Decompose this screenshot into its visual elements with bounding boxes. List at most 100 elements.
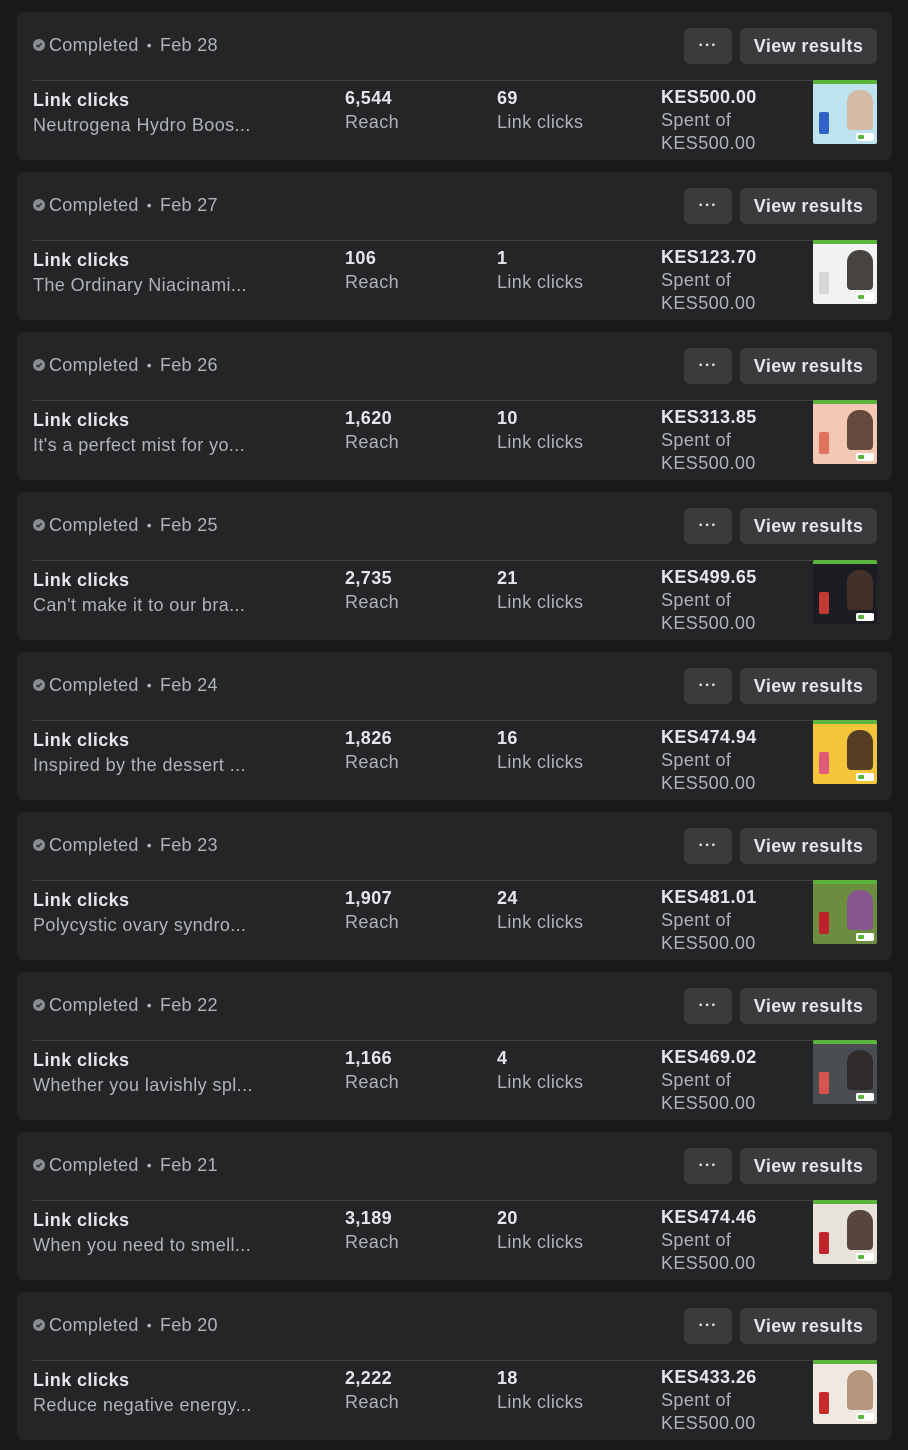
budget-amount: KES500.00 (661, 453, 756, 473)
link-clicks-column: 16 Link clicks (497, 726, 583, 774)
link-clicks-column: 1 Link clicks (497, 246, 583, 294)
more-options-button[interactable]: ··· (684, 668, 732, 704)
status-text: Completed (49, 514, 139, 535)
campaign-card: Completed • Feb 22 ··· View results Link… (17, 972, 892, 1120)
reach-column: 1,826 Reach (345, 726, 399, 774)
ad-thumbnail-image[interactable] (813, 400, 877, 464)
reach-label: Reach (345, 912, 400, 932)
more-options-button[interactable]: ··· (684, 1148, 732, 1184)
separator-dot: • (146, 677, 152, 693)
objective-column: Link clicks Reduce negative energy... (33, 1368, 303, 1417)
more-options-button[interactable]: ··· (684, 28, 732, 64)
thumbnail-model-figure (847, 570, 873, 610)
ad-thumbnail-image[interactable] (813, 1200, 877, 1264)
amount-spent: KES481.01 (661, 887, 757, 907)
completed-check-icon (33, 199, 45, 211)
spent-column: KES500.00 Spent of KES500.00 (661, 86, 757, 155)
view-results-button[interactable]: View results (740, 28, 877, 64)
campaign-date: Feb 28 (159, 34, 218, 55)
more-options-button[interactable]: ··· (684, 348, 732, 384)
ad-thumbnail-image[interactable] (813, 240, 877, 304)
ad-thumbnail-image[interactable] (813, 560, 877, 624)
thumbnail-model-figure (847, 410, 873, 450)
ad-thumbnail-image[interactable] (813, 1040, 877, 1104)
ad-thumbnail-image[interactable] (813, 80, 877, 144)
view-results-button[interactable]: View results (740, 1148, 877, 1184)
spent-of-label: Spent of (661, 590, 732, 610)
amount-spent: KES469.02 (661, 1047, 757, 1067)
thumbnail-model-figure (847, 90, 873, 130)
amount-spent: KES499.65 (661, 567, 757, 587)
more-options-button[interactable]: ··· (684, 1308, 732, 1344)
thumbnail-model-figure (847, 250, 873, 290)
link-clicks-value: 1 (497, 248, 508, 268)
thumbnail-product (819, 272, 829, 294)
more-options-icon: ··· (698, 677, 718, 694)
reach-value: 3,189 (345, 1208, 393, 1228)
link-clicks-column: 10 Link clicks (497, 406, 583, 454)
link-clicks-label: Link clicks (497, 272, 584, 292)
budget-amount: KES500.00 (661, 933, 756, 953)
ad-thumbnail-image[interactable] (813, 720, 877, 784)
completed-check-icon (33, 359, 45, 371)
reach-label: Reach (345, 1392, 400, 1412)
view-results-button[interactable]: View results (740, 668, 877, 704)
spent-column: KES433.26 Spent of KES500.00 (661, 1366, 757, 1435)
reach-label: Reach (345, 752, 400, 772)
budget-amount: KES500.00 (661, 1413, 756, 1433)
more-options-button[interactable]: ··· (684, 988, 732, 1024)
view-results-button[interactable]: View results (740, 188, 877, 224)
status-row: Completed • Feb 22 (33, 994, 218, 1016)
budget-amount: KES500.00 (661, 293, 756, 313)
amount-spent: KES474.46 (661, 1207, 757, 1227)
link-clicks-value: 10 (497, 408, 518, 428)
thumbnail-logo (856, 453, 874, 461)
campaign-card-header: Completed • Feb 21 ··· View results (33, 1132, 877, 1201)
reach-label: Reach (345, 1072, 400, 1092)
campaign-card: Completed • Feb 24 ··· View results Link… (17, 652, 892, 800)
more-options-button[interactable]: ··· (684, 188, 732, 224)
campaign-date: Feb 24 (159, 674, 218, 695)
link-clicks-column: 21 Link clicks (497, 566, 583, 614)
campaign-date: Feb 26 (159, 354, 218, 375)
ad-thumbnail-image[interactable] (813, 1360, 877, 1424)
reach-column: 3,189 Reach (345, 1206, 399, 1254)
amount-spent: KES123.70 (661, 247, 757, 267)
thumbnail-product (819, 1392, 829, 1414)
thumbnail-model-figure (847, 1210, 873, 1250)
ad-thumbnail-image[interactable] (813, 880, 877, 944)
campaign-card: Completed • Feb 25 ··· View results Link… (17, 492, 892, 640)
thumbnail-brand-bar (813, 1200, 877, 1204)
view-results-button[interactable]: View results (740, 828, 877, 864)
thumbnail-logo (856, 773, 874, 781)
reach-value: 2,222 (345, 1368, 393, 1388)
link-clicks-column: 24 Link clicks (497, 886, 583, 934)
more-options-icon: ··· (698, 37, 718, 54)
ad-text-preview: Polycystic ovary syndro... (33, 915, 247, 935)
view-results-button[interactable]: View results (740, 988, 877, 1024)
spent-of-label: Spent of (661, 430, 732, 450)
reach-column: 1,166 Reach (345, 1046, 399, 1094)
view-results-button[interactable]: View results (740, 348, 877, 384)
more-options-button[interactable]: ··· (684, 508, 732, 544)
separator-dot: • (146, 37, 152, 53)
campaign-card: Completed • Feb 20 ··· View results Link… (17, 1292, 892, 1440)
reach-label: Reach (345, 112, 400, 132)
budget-amount: KES500.00 (661, 773, 756, 793)
thumbnail-logo (856, 293, 874, 301)
amount-spent: KES313.85 (661, 407, 757, 427)
thumbnail-logo (856, 1413, 874, 1421)
status-text: Completed (49, 834, 139, 855)
link-clicks-value: 24 (497, 888, 518, 908)
status-text: Completed (49, 674, 139, 695)
link-clicks-label: Link clicks (497, 752, 584, 772)
status-row: Completed • Feb 20 (33, 1314, 218, 1336)
budget-amount: KES500.00 (661, 133, 756, 153)
campaign-date: Feb 25 (159, 514, 218, 535)
view-results-button[interactable]: View results (740, 508, 877, 544)
more-options-button[interactable]: ··· (684, 828, 732, 864)
view-results-button[interactable]: View results (740, 1308, 877, 1344)
spent-of-label: Spent of (661, 270, 732, 290)
objective-label: Link clicks (33, 90, 130, 110)
spent-of-label: Spent of (661, 750, 732, 770)
